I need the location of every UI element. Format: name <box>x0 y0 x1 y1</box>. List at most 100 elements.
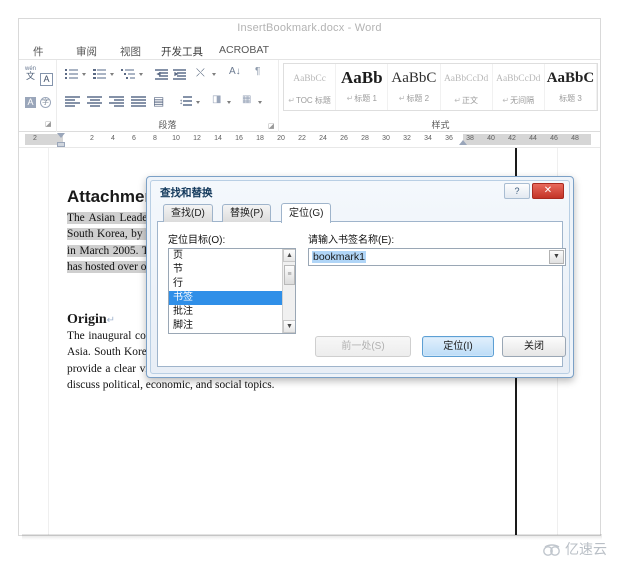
shading-icon[interactable]: ◨ <box>212 94 221 105</box>
horizontal-ruler[interactable]: 2 2 4 6 8 10 12 14 16 18 20 22 24 26 28 … <box>19 132 600 148</box>
borders-dropdown-icon[interactable] <box>258 101 262 104</box>
style-item-body-text[interactable]: AaBbCcDd ↵正文 <box>440 64 493 110</box>
ribbon-group-styles-label: 样式 <box>431 120 450 130</box>
sort-dropdown-icon[interactable] <box>212 73 216 76</box>
character-border-icon[interactable]: A <box>40 69 53 87</box>
scroll-up-icon[interactable]: ▲ <box>283 249 295 262</box>
dialog-tab-find[interactable]: 查找(D) <box>163 204 213 222</box>
scrollbar-thumb[interactable]: ≡ <box>284 265 295 285</box>
style-label: 标题 3 <box>559 94 582 103</box>
line-spacing-icon[interactable]: ↕ <box>179 96 192 107</box>
tab-file[interactable]: 件 <box>29 43 48 60</box>
help-icon[interactable]: ? <box>504 183 530 199</box>
numbering-icon[interactable] <box>93 68 107 79</box>
ruler-tick-30: 30 <box>382 135 390 142</box>
list-item[interactable]: 脚注 <box>169 319 295 333</box>
right-indent-marker[interactable] <box>459 140 467 145</box>
tab-view[interactable]: 视图 <box>116 43 145 60</box>
numbering-dropdown-icon[interactable] <box>110 73 114 76</box>
ribbon-group-paragraph: ◄ ► ⤬ A↓ ¶ ▤ ↕ ◨ ▦ 段落 ◪ <box>57 60 279 132</box>
increase-indent-icon[interactable]: ► <box>173 68 186 80</box>
paragraph-dialog-launcher[interactable]: ◪ <box>268 123 275 130</box>
shading-dropdown-icon[interactable] <box>227 101 231 104</box>
text-highlight-icon[interactable]: A <box>25 92 36 110</box>
listbox-scrollbar[interactable]: ▲ ≡ ▼ <box>282 249 295 333</box>
list-item[interactable]: 行 <box>169 277 295 291</box>
goto-button[interactable]: 定位(I) <box>422 336 494 357</box>
style-sample: AaBbC <box>391 70 437 86</box>
previous-button[interactable]: 前一处(S) <box>315 336 411 357</box>
close-button[interactable]: 关闭 <box>502 336 566 357</box>
align-left-icon[interactable] <box>65 96 80 107</box>
list-item[interactable]: 批注 <box>169 305 295 319</box>
list-item[interactable]: 节 <box>169 263 295 277</box>
ruler-tick-left: 2 <box>33 135 37 142</box>
window-title: InsertBookmark.docx - Word <box>237 22 382 34</box>
bookmark-name-label: 请输入书签名称(E): <box>308 235 395 246</box>
ribbon: wén 文 A A 字 ◄ ► ⤬ A↓ ¶ ▤ ↕ ◨ ▦ 段落 ◪ ◪ Aa… <box>19 60 600 132</box>
style-sample: AaBbC <box>546 70 595 86</box>
multilevel-list-icon[interactable] <box>121 68 136 79</box>
styles-gallery[interactable]: AaBbCc ↵TOC 标题 AaBb ↵标题 1 AaBbC ↵标题 2 Aa… <box>283 63 598 111</box>
word-window: InsertBookmark.docx - Word 件 审阅 视图 开发工具 … <box>18 18 601 536</box>
pilcrow-icon: ↵ <box>454 96 461 105</box>
bullets-dropdown-icon[interactable] <box>82 73 86 76</box>
list-item-selected[interactable]: 书签 <box>169 291 295 305</box>
ruler-tick-4: 4 <box>111 135 115 142</box>
dialog-tab-goto[interactable]: 定位(G) <box>281 203 332 223</box>
sort-icon[interactable]: ⤬ <box>196 67 205 80</box>
ruler-tick-16: 16 <box>235 135 243 142</box>
ruler-tick-20: 20 <box>277 135 285 142</box>
ruler-tick-22: 22 <box>298 135 306 142</box>
style-item-heading-1[interactable]: AaBb ↵标题 1 <box>336 64 389 110</box>
tab-developer[interactable]: 开发工具 <box>157 43 207 61</box>
ruler-tick-44: 44 <box>529 135 537 142</box>
dialog-goto-panel: 定位目标(O): 页 节 行 书签 批注 脚注 ▲ ≡ ▼ 请输入书签名称(E)… <box>157 222 566 367</box>
ruler-tick-2: 2 <box>90 135 94 142</box>
style-item-heading-2[interactable]: AaBbC ↵标题 2 <box>388 64 441 110</box>
character-shading-icon[interactable]: 字 <box>40 91 51 109</box>
style-item-toc-heading[interactable]: AaBbCc ↵TOC 标题 <box>284 64 337 110</box>
chevron-down-icon[interactable]: ▼ <box>549 250 564 264</box>
pilcrow-icon: ↵ <box>398 94 406 103</box>
find-replace-dialog[interactable]: 查找和替换 ? ✕ 查找(D) 替换(P) 定位(G) 定位目标(O): 页 节 <box>146 176 574 378</box>
watermark-text: 亿速云 <box>565 542 607 558</box>
ruler-tick-6: 6 <box>132 135 136 142</box>
ruler-tick-26: 26 <box>340 135 348 142</box>
borders-icon[interactable]: ▦ <box>242 94 251 105</box>
first-line-indent-marker[interactable] <box>57 133 65 138</box>
bullets-icon[interactable] <box>65 68 79 79</box>
tab-review[interactable]: 审阅 <box>72 43 101 60</box>
tab-acrobat[interactable]: ACROBAT <box>215 43 273 57</box>
decrease-indent-icon[interactable]: ◄ <box>155 68 168 80</box>
ribbon-group-paragraph-label: 段落 <box>158 120 177 130</box>
justify-icon[interactable] <box>131 96 146 107</box>
font-dialog-launcher[interactable]: ◪ <box>45 121 52 128</box>
ruler-tick-40: 40 <box>487 135 495 142</box>
scroll-down-icon[interactable]: ▼ <box>283 320 295 333</box>
ruler-tick-10: 10 <box>172 135 180 142</box>
ruler-tick-32: 32 <box>403 135 411 142</box>
close-icon[interactable]: ✕ <box>532 183 564 199</box>
ruler-tick-38: 38 <box>466 135 474 142</box>
align-center-icon[interactable] <box>87 96 102 107</box>
bookmark-name-value[interactable]: bookmark1 <box>312 251 366 263</box>
line-spacing-dropdown-icon[interactable] <box>196 101 200 104</box>
sort-az-icon[interactable]: A↓ <box>229 66 241 77</box>
goto-target-listbox[interactable]: 页 节 行 书签 批注 脚注 ▲ ≡ ▼ <box>168 248 296 334</box>
show-formatting-marks-icon[interactable]: ¶ <box>255 66 260 77</box>
style-item-no-spacing[interactable]: AaBbCcDd ↵无间隔 <box>492 64 545 110</box>
list-item[interactable]: 页 <box>169 249 295 263</box>
style-label: ↵无间隔 <box>502 96 535 105</box>
ruler-tick-18: 18 <box>256 135 264 142</box>
multilevel-dropdown-icon[interactable] <box>139 73 143 76</box>
style-item-heading-3[interactable]: AaBbC 标题 3 <box>544 64 597 110</box>
distribute-icon[interactable]: ▤ <box>153 94 164 108</box>
dialog-tab-replace[interactable]: 替换(P) <box>222 204 272 222</box>
phonetic-guide-icon[interactable]: wén 文 <box>25 66 36 81</box>
bookmark-name-combobox[interactable]: bookmark1 ▼ <box>308 248 566 266</box>
align-right-icon[interactable] <box>109 96 124 107</box>
left-indent-marker[interactable] <box>57 142 65 147</box>
ruler-tick-34: 34 <box>424 135 432 142</box>
ribbon-group-styles: AaBbCc ↵TOC 标题 AaBb ↵标题 1 AaBbC ↵标题 2 Aa… <box>279 60 600 132</box>
